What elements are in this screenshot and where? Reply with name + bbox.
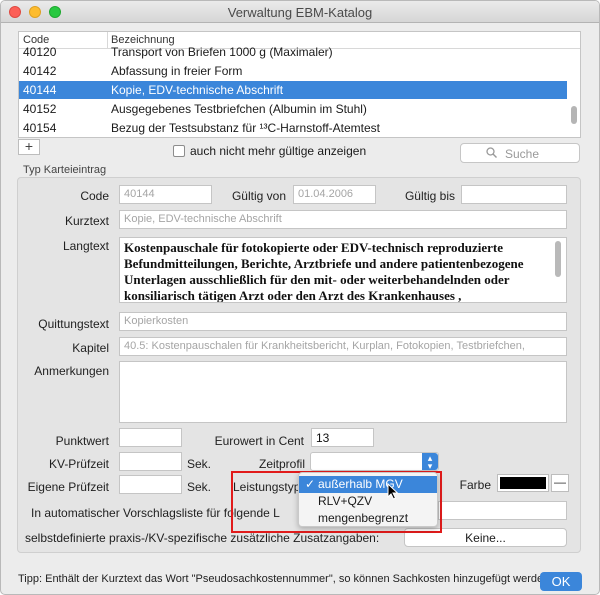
leistungstyp-dropdown-menu[interactable]: ✓ außerhalb MGV RLV+QZV mengenbegrenzt xyxy=(298,472,438,527)
eigene-pruefzeit-field[interactable] xyxy=(119,475,182,494)
gueltig-von-label: Gültig von xyxy=(231,189,286,203)
gueltig-bis-field[interactable] xyxy=(461,185,567,204)
gueltig-von-field[interactable]: 01.04.2006 xyxy=(293,185,376,204)
app-window: Verwaltung EBM-Katalog Code Bezeichnung … xyxy=(0,0,600,595)
punktwert-field[interactable] xyxy=(119,428,182,447)
kurztext-label: Kurztext xyxy=(64,214,109,228)
langtext-label: Langtext xyxy=(62,239,109,253)
color-swatch[interactable] xyxy=(497,474,549,492)
langtext-area[interactable]: Kostenpauschale für fotokopierte oder ED… xyxy=(119,237,567,303)
row-bezeichnung: Bezug der Testsubstanz für ¹³C-Harnstoff… xyxy=(111,121,380,135)
vorschlagsliste-field[interactable] xyxy=(438,501,567,520)
zeitprofil-label: Zeitprofil xyxy=(258,457,305,471)
row-code: 40152 xyxy=(23,102,57,116)
menu-item-rlv-qzv[interactable]: RLV+QZV xyxy=(299,493,437,510)
anmerkungen-label: Anmerkungen xyxy=(34,364,109,378)
ebm-table[interactable]: Code Bezeichnung 40120 Transport von Bri… xyxy=(18,31,581,138)
row-bezeichnung: Kopie, EDV-technische Abschrift xyxy=(111,83,284,97)
quittungstext-field[interactable]: Kopierkosten xyxy=(119,312,567,331)
ok-button[interactable]: OK xyxy=(540,572,582,591)
zeitprofil-select[interactable]: ▴ ▾ xyxy=(310,452,439,471)
mouse-pointer-icon xyxy=(387,482,399,504)
group-label: Typ Karteieintrag xyxy=(23,164,107,176)
kv-pruefzeit-label: KV-Prüfzeit xyxy=(48,457,109,471)
code-label: Code xyxy=(80,189,109,203)
tipp-text: Tipp: Enthält der Kurztext das Wort "Pse… xyxy=(18,573,553,585)
add-entry-button[interactable]: + xyxy=(18,139,40,155)
table-row[interactable]: 40142 Abfassung in freier Form xyxy=(19,62,567,80)
menu-item-label: mengenbegrenzt xyxy=(318,511,409,525)
table-row[interactable]: 40120 Transport von Briefen 1000 g (Maxi… xyxy=(19,43,567,61)
menu-item-ausserhalb-mgv[interactable]: ✓ außerhalb MGV xyxy=(299,476,437,493)
eurowert-label: Eurowert in Cent xyxy=(214,434,304,448)
kapitel-field[interactable]: 40.5: Kostenpauschalen für Krankheitsber… xyxy=(119,337,567,356)
sek-label-2: Sek. xyxy=(187,480,212,494)
punktwert-label: Punktwert xyxy=(55,434,109,448)
row-bezeichnung: Ausgegebenes Testbriefchen (Albumin im S… xyxy=(111,102,367,116)
row-bezeichnung: Transport von Briefen 1000 g (Maximaler) xyxy=(111,45,333,59)
langtext-scrollbar[interactable] xyxy=(555,241,561,277)
table-row[interactable]: 40154 Bezug der Testsubstanz für ¹³C-Har… xyxy=(19,119,567,137)
kurztext-field[interactable]: Kopie, EDV-technische Abschrift xyxy=(119,210,567,229)
anmerkungen-area[interactable] xyxy=(119,361,567,423)
code-field[interactable]: 40144 xyxy=(119,185,212,204)
show-invalid-label[interactable]: auch nicht mehr gültige anzeigen xyxy=(190,144,366,158)
kv-pruefzeit-field[interactable] xyxy=(119,452,182,471)
zusatz-label: selbstdefinierte praxis-/KV-spezifische … xyxy=(25,531,380,545)
quittungstext-label: Quittungstext xyxy=(38,317,109,331)
menu-item-mengenbegrenzt[interactable]: mengenbegrenzt xyxy=(299,510,437,527)
checkmark-icon: ✓ xyxy=(305,477,316,491)
search-button[interactable]: Suche xyxy=(460,143,580,163)
color-swatch-fill xyxy=(500,477,546,489)
color-remove-button[interactable]: — xyxy=(551,474,569,492)
show-invalid-checkbox[interactable] xyxy=(173,145,185,157)
row-bezeichnung: Abfassung in freier Form xyxy=(111,64,243,78)
table-scrollbar[interactable] xyxy=(571,106,577,124)
langtext-content: Kostenpauschale für fotokopierte oder ED… xyxy=(124,240,524,303)
kapitel-label: Kapitel xyxy=(72,341,109,355)
menu-item-label: RLV+QZV xyxy=(318,494,373,508)
row-code: 40142 xyxy=(23,64,57,78)
window-title: Verwaltung EBM-Katalog xyxy=(227,5,373,20)
sek-label-1: Sek. xyxy=(187,457,212,471)
chevron-updown-icon: ▴ ▾ xyxy=(422,453,438,471)
search-label: Suche xyxy=(505,147,540,161)
row-code: 40120 xyxy=(23,45,57,59)
titlebar: Verwaltung EBM-Katalog xyxy=(1,1,599,23)
row-code: 40154 xyxy=(23,121,57,135)
eurowert-field[interactable]: 13 xyxy=(311,428,374,447)
table-row[interactable]: 40152 Ausgegebenes Testbriefchen (Albumi… xyxy=(19,100,567,118)
table-row-selected[interactable]: 40144 Kopie, EDV-technische Abschrift xyxy=(19,81,567,99)
eigene-pruefzeit-label: Eigene Prüfzeit xyxy=(27,480,109,494)
gueltig-bis-label: Gültig bis xyxy=(404,189,455,203)
row-code: 40144 xyxy=(23,83,57,97)
search-icon xyxy=(486,147,497,161)
farbe-label: Farbe xyxy=(459,478,491,492)
